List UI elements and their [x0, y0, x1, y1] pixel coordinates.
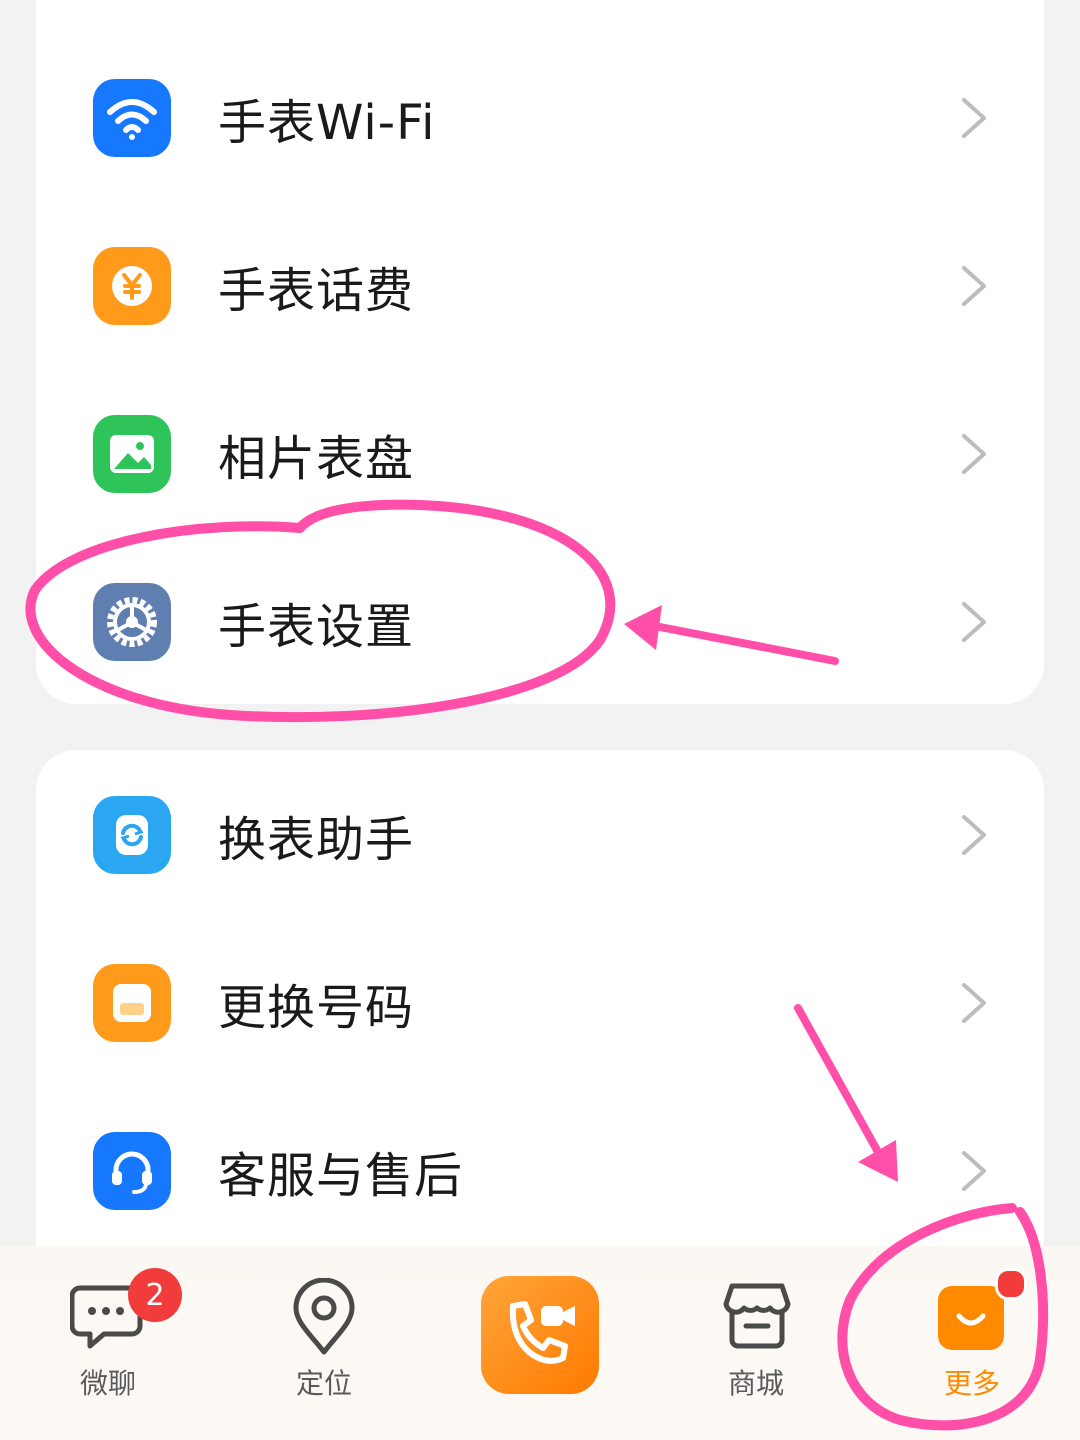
chevron-right-icon	[962, 98, 986, 138]
menu-item-watch-swap-assistant[interactable]: 换表助手	[36, 751, 1044, 919]
nav-label: 微聊	[79, 1367, 136, 1400]
wifi-icon	[93, 79, 171, 157]
menu-item-label: 客服与售后	[218, 1148, 464, 1204]
store-icon	[723, 1283, 791, 1349]
menu-item-customer-service[interactable]: 客服与售后	[36, 1087, 1044, 1255]
menu-item-watch-settings[interactable]: 手表设置	[36, 538, 1044, 706]
chevron-right-icon	[962, 983, 986, 1023]
menu-item-label: 手表话费	[218, 263, 415, 319]
nav-video-call-button[interactable]	[480, 1246, 600, 1440]
video-call-tile	[481, 1276, 599, 1394]
chevron-right-icon	[962, 434, 986, 474]
menu-item-watch-phone-bill[interactable]: 手表话费	[36, 202, 1044, 370]
chevron-right-icon	[962, 1151, 986, 1191]
watch-swap-icon	[93, 796, 171, 874]
sim-card-icon	[93, 964, 171, 1042]
picture-icon	[93, 415, 171, 493]
notification-dot	[995, 1268, 1027, 1300]
menu-item-label: 手表Wi-Fi	[218, 95, 436, 151]
menu-item-watch-wifi[interactable]: 手表Wi-Fi	[36, 34, 1044, 202]
menu-item-change-number[interactable]: 更换号码	[36, 919, 1044, 1087]
chevron-right-icon	[962, 266, 986, 306]
menu-item-label: 手表设置	[218, 599, 415, 655]
chevron-right-icon	[962, 815, 986, 855]
nav-label: 商城	[727, 1367, 784, 1400]
gear-icon	[93, 583, 171, 661]
location-pin-icon	[293, 1278, 355, 1355]
chevron-right-icon	[962, 602, 986, 642]
yuan-coin-icon	[93, 247, 171, 325]
smile-bag-icon	[938, 1286, 1004, 1350]
menu-item-label: 相片表盘	[218, 431, 415, 487]
settings-card-top: 手表Wi-Fi 手表话费 相片表盘 手表设置	[36, 0, 1044, 704]
bottom-nav: 2 微聊 定位 商城 更多	[0, 1246, 1080, 1440]
phone-video-icon	[509, 1301, 575, 1364]
settings-card-bottom: 换表助手 更换号码 客服与售后	[36, 750, 1044, 1270]
menu-item-label: 更换号码	[218, 980, 415, 1036]
nav-label: 定位	[295, 1367, 352, 1400]
menu-item-label: 换表助手	[218, 812, 415, 868]
nav-tab-shop[interactable]: 商城	[688, 1246, 824, 1440]
menu-item-photo-watchface[interactable]: 相片表盘	[36, 370, 1044, 538]
nav-tab-location[interactable]: 定位	[256, 1246, 392, 1440]
nav-tab-chat[interactable]: 2 微聊	[40, 1246, 182, 1440]
unread-badge: 2	[128, 1268, 182, 1322]
nav-label: 更多	[943, 1367, 1000, 1400]
headset-icon	[93, 1132, 171, 1210]
